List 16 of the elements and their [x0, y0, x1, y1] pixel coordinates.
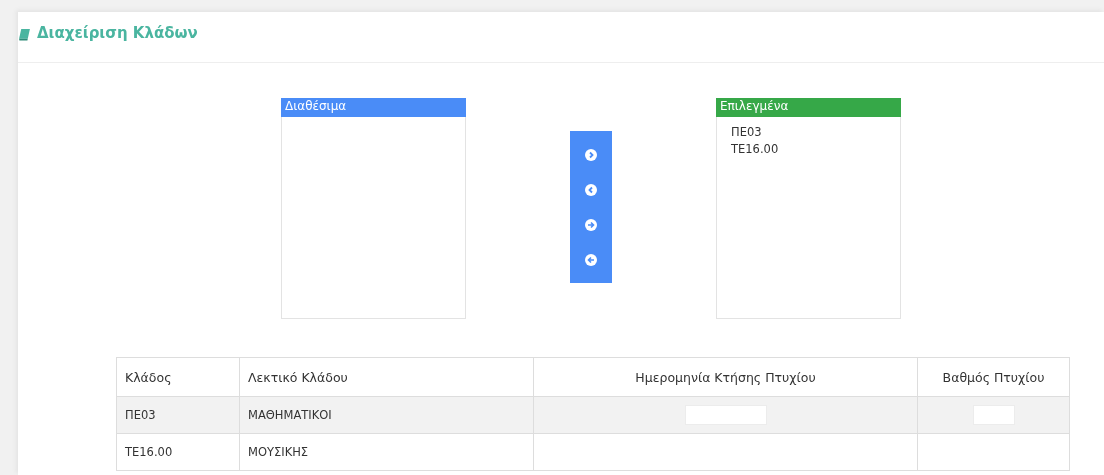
column-header: Ημερομηνία Κτήσης Πτυχίου: [533, 357, 918, 397]
column-header: Βαθμός Πτυχίου: [917, 357, 1070, 397]
list-header: Επιλεγμένα: [716, 98, 901, 117]
page-title: Διαχείριση Κλάδων: [37, 24, 198, 42]
column-header: Κλάδος: [116, 357, 240, 397]
selected-list[interactable]: Επιλεγμένα ΠΕ03 ΤΕ16.00: [716, 98, 901, 319]
table-cell: ΜΑΘΗΜΑΤΙΚΟΙ: [239, 396, 534, 434]
list-item[interactable]: ΠΕ03: [731, 124, 886, 141]
list-header: Διαθέσιμα: [281, 98, 466, 117]
column-header: Λεκτικό Κλάδου: [239, 357, 534, 397]
list-item[interactable]: ΤΕ16.00: [731, 141, 886, 158]
table-cell: ΤΕ16.00: [116, 433, 240, 471]
left-arrow-icon: [585, 253, 597, 266]
table-cell: ΜΟΥΣΙΚΗΣ: [239, 433, 534, 471]
table-cell: ΠΕ03: [116, 396, 240, 434]
right-arrow-icon: [585, 218, 597, 231]
